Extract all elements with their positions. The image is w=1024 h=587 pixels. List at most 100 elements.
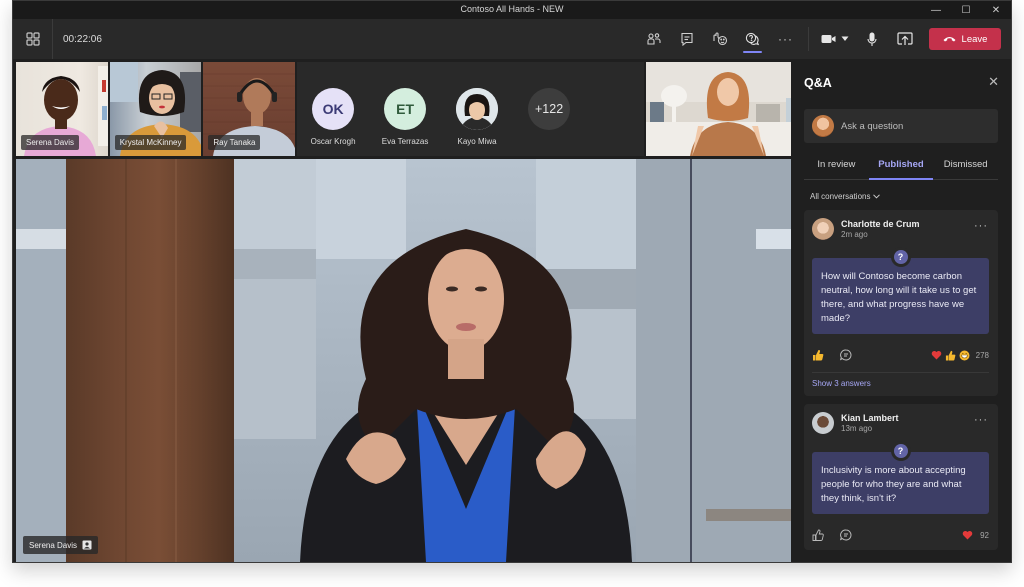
participant-strip: Serena Davis Krystal McKinney Ray Tanaka…	[16, 62, 791, 156]
teams-meeting-window: Contoso All Hands - NEW — ☐ ✕ 00:22:06 ·…	[12, 0, 1012, 563]
call-timer: 00:22:06	[63, 33, 102, 45]
question-text: Inclusivity is more about accepting peop…	[812, 452, 989, 514]
people-icon	[646, 33, 661, 45]
qa-panel-title: Q&A	[804, 76, 832, 90]
participants-button[interactable]	[637, 19, 670, 59]
participant-name: Serena Davis	[21, 135, 80, 150]
thumbs-up-icon	[813, 349, 824, 361]
qa-panel-header: Q&A ✕	[793, 62, 1011, 104]
reply-button[interactable]	[840, 349, 868, 361]
question-actions: 92	[812, 528, 989, 542]
tab-in-review[interactable]: In review	[804, 152, 869, 179]
chevron-down-icon	[873, 194, 881, 199]
reaction-count: 278	[975, 350, 989, 360]
show-answers-link[interactable]: Show 3 answers	[812, 379, 989, 388]
toolbar-actions: ··· Leave	[637, 19, 1001, 59]
close-panel-button[interactable]: ✕	[988, 74, 999, 90]
filter-label: All conversations	[810, 192, 871, 201]
avatar-initials: OK	[312, 88, 355, 130]
camera-button[interactable]	[815, 19, 855, 59]
participant-name: Krystal McKinney	[114, 135, 187, 150]
author-avatar	[812, 218, 834, 240]
speaker-video-frame	[16, 159, 791, 562]
toolbar-divider	[808, 27, 809, 51]
avatar-initials: ET	[384, 88, 427, 130]
card-divider	[812, 372, 989, 373]
participant-video	[646, 62, 791, 156]
author-avatar	[812, 412, 834, 434]
camera-icon	[821, 35, 836, 43]
participant-tile[interactable]: Serena Davis	[16, 62, 108, 156]
more-options-button[interactable]: ···	[974, 414, 988, 426]
participant-tile[interactable]	[646, 62, 791, 156]
reply-icon	[840, 529, 852, 541]
more-icon: ···	[974, 414, 988, 426]
more-options-button[interactable]: ···	[974, 220, 988, 232]
participant-avatar[interactable]: Kayo Miwa	[441, 88, 513, 146]
call-toolbar: 00:22:06 ··· Leave	[13, 19, 1011, 59]
more-icon: ···	[974, 220, 988, 232]
participant-name: Ray Tanaka	[208, 135, 261, 150]
more-participants-button[interactable]: +122	[513, 88, 585, 130]
more-icon: ···	[778, 32, 793, 46]
layout-button[interactable]	[13, 19, 53, 59]
chat-button[interactable]	[670, 19, 703, 59]
avatar-group: OK Oscar Krogh ET Eva Terrazas Kayo Miwa…	[297, 62, 645, 156]
participant-name: Oscar Krogh	[310, 137, 356, 146]
participant-name: Eva Terrazas	[381, 137, 429, 146]
reply-icon	[840, 349, 852, 361]
question-badge: ?	[890, 247, 911, 267]
qa-icon	[745, 32, 760, 46]
question-actions: 278	[812, 348, 989, 362]
conversation-filter-dropdown[interactable]: All conversations	[810, 192, 1011, 201]
participant-avatar[interactable]: ET Eva Terrazas	[369, 88, 441, 146]
tab-published[interactable]: Published	[868, 152, 934, 180]
qa-button[interactable]	[736, 19, 769, 59]
participant-tile[interactable]: Ray Tanaka	[203, 62, 296, 156]
reaction-count: 92	[980, 530, 989, 540]
close-window-button[interactable]: ✕	[981, 1, 1011, 19]
question-icon: ?	[893, 250, 908, 264]
leave-button[interactable]: Leave	[929, 28, 1001, 50]
share-icon	[896, 32, 913, 45]
reaction-summary[interactable]: 92	[962, 530, 989, 540]
minimize-button[interactable]: —	[921, 1, 951, 19]
like-button[interactable]	[812, 529, 840, 541]
mic-icon	[866, 32, 877, 46]
qa-panel: Q&A ✕ Ask a question In review Published…	[793, 62, 1011, 562]
overflow-count: +122	[528, 88, 571, 130]
speaker-nametag: Serena Davis	[23, 536, 99, 554]
reaction-summary[interactable]: 278	[931, 350, 989, 361]
like-button[interactable]	[812, 349, 840, 361]
ask-question-input[interactable]: Ask a question	[804, 109, 998, 143]
mic-button[interactable]	[855, 19, 888, 59]
raise-hand-emoji-icon	[712, 32, 727, 46]
chevron-down-icon[interactable]	[841, 36, 849, 42]
title-bar: Contoso All Hands - NEW — ☐ ✕	[13, 1, 1011, 19]
meeting-stage: Serena Davis Krystal McKinney Ray Tanaka…	[16, 62, 791, 562]
participant-tile[interactable]: Krystal McKinney	[109, 62, 202, 156]
author-name: Kian Lambert	[841, 413, 899, 423]
share-screen-button[interactable]	[888, 19, 921, 59]
participant-avatar[interactable]: OK Oscar Krogh	[297, 88, 369, 146]
user-avatar	[812, 115, 834, 137]
reactions-button[interactable]	[703, 19, 736, 59]
question-text: How will Contoso become carbon neutral, …	[812, 258, 989, 334]
ask-question-placeholder: Ask a question	[841, 120, 904, 132]
laugh-icon	[959, 350, 970, 360]
qa-tabs: In review Published Dismissed	[804, 152, 998, 180]
more-options-button[interactable]: ···	[769, 19, 802, 59]
heart-icon	[962, 530, 973, 540]
close-icon: ✕	[988, 74, 999, 89]
question-card: Charlotte de Crum 2m ago ··· ? How will …	[804, 210, 998, 396]
main-speaker-video[interactable]: Serena Davis	[16, 159, 791, 562]
window-title: Contoso All Hands - NEW	[460, 4, 564, 14]
participant-name: Kayo Miwa	[457, 137, 497, 146]
presenter-icon	[82, 540, 92, 550]
reply-button[interactable]	[840, 529, 868, 541]
speaker-name: Serena Davis	[29, 540, 78, 550]
tab-dismissed[interactable]: Dismissed	[933, 152, 998, 179]
hang-up-icon	[943, 37, 956, 42]
maximize-button[interactable]: ☐	[951, 1, 981, 19]
question-badge: ?	[890, 441, 911, 461]
